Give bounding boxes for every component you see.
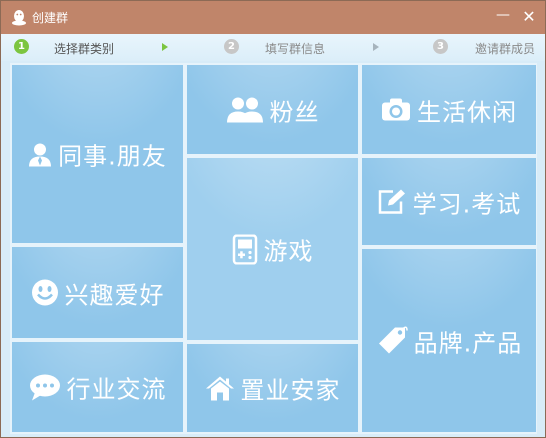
tile-label: 品牌.产品 [413,329,523,357]
step-number: 2 [224,39,239,54]
tile-study-exam[interactable]: 学习.考试 [362,158,536,245]
step-number: 3 [433,39,448,54]
tile-label: 同事.朋友 [58,142,167,171]
tile-life-leisure[interactable]: 生活休闲 [362,65,536,154]
step-label: 邀请群成员 [475,42,536,56]
step-number: 1 [14,39,29,54]
tile-label: 兴趣爱好 [64,281,165,309]
tile-label: 学习.考试 [412,190,522,218]
window-title: 创建群 [32,11,69,25]
tile-label: 粉丝 [269,98,320,126]
tile-label: 置业安家 [240,376,341,405]
tile-fans[interactable]: 粉丝 [187,65,358,154]
tile-label: 行业交流 [66,375,167,404]
house-icon [205,376,234,400]
edit-icon [378,189,405,214]
step-arrow-icon [162,43,168,51]
tile-hobbies[interactable]: 兴趣爱好 [12,247,183,338]
tile-label: 游戏 [263,237,314,266]
tile-brand-product[interactable]: 品牌.产品 [362,249,536,432]
create-group-window: 创建群 — ✕ 1 选择群类别 2 填写群信息 3 邀请群成员 同事.朋友 粉丝… [0,0,546,438]
wizard-steps: 1 选择群类别 2 填写群信息 3 邀请群成员 [1,34,545,61]
step-label: 选择群类别 [54,42,115,56]
category-grid: 同事.朋友 粉丝 生活休闲 游戏 学习.考试 兴趣爱好 品牌.产品 行业交流 置… [10,63,537,434]
tile-label: 生活休闲 [417,98,517,126]
tile-colleagues-friends[interactable]: 同事.朋友 [12,65,183,243]
smiley-icon [31,279,58,306]
two-people-icon [226,97,263,123]
chat-bubble-icon [29,374,60,400]
step-label: 填写群信息 [265,42,326,56]
penguin-icon [12,10,26,26]
camera-icon [382,98,410,121]
tile-games[interactable]: 游戏 [187,158,358,340]
tag-icon [378,326,408,354]
close-button[interactable]: ✕ [518,7,540,27]
person-icon [29,143,52,166]
tile-home-property[interactable]: 置业安家 [187,344,358,432]
minimize-button[interactable]: — [492,7,514,27]
gamepad-icon [232,234,257,264]
step-arrow-icon [373,43,379,51]
tile-industry-exchange[interactable]: 行业交流 [12,342,183,432]
title-bar[interactable]: 创建群 — ✕ [1,1,545,34]
